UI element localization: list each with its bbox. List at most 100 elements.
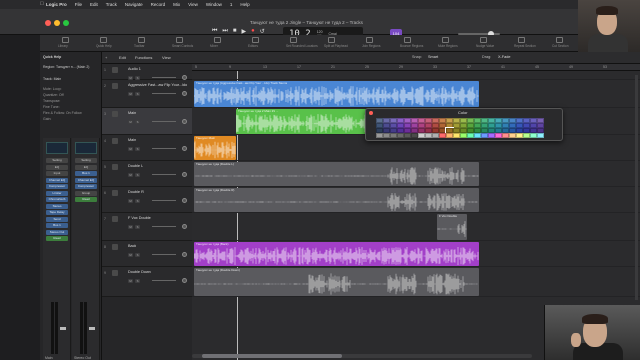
volume-fader[interactable]	[89, 327, 95, 330]
audio-region[interactable]: Танцуют не туда (Aggressive Fast...aw Fl…	[194, 81, 479, 107]
edit-menu[interactable]: Edit	[119, 55, 126, 60]
track-header[interactable]: 3 Main M S	[102, 108, 192, 135]
mixer-icon[interactable]	[214, 37, 221, 43]
audio-region[interactable]: Танцуют не туда (Double Down)	[194, 268, 479, 296]
strip-slot-button[interactable]: Send	[46, 216, 68, 222]
track-volume-slider[interactable]	[152, 174, 176, 175]
horizontal-scrollbar[interactable]	[192, 354, 532, 358]
mute-button[interactable]: M	[128, 173, 133, 177]
track-volume-slider[interactable]	[152, 77, 176, 78]
cut-icon[interactable]	[556, 37, 563, 43]
zoom-window-button[interactable]	[63, 20, 69, 26]
solo-button[interactable]: S	[135, 120, 140, 124]
track-volume-slider[interactable]	[152, 148, 176, 149]
strip-slot-button[interactable]: Stereo	[46, 203, 68, 209]
pan-knob[interactable]	[182, 252, 187, 257]
close-icon[interactable]	[369, 111, 373, 115]
region-inspector-header[interactable]: Region: Танцуют н... (Main 2)	[43, 65, 89, 69]
bounce-icon[interactable]	[404, 37, 411, 43]
color-swatch[interactable]	[446, 133, 453, 138]
track-header[interactable]: 7 F Vox Double M S	[102, 213, 192, 241]
track-lane[interactable]	[192, 71, 640, 80]
pan-knob[interactable]	[182, 198, 187, 203]
locators-icon[interactable]	[290, 37, 297, 43]
track-header[interactable]: 1 Audio 1MS	[102, 64, 192, 80]
strip-slot-button[interactable]: Compressor	[75, 184, 97, 189]
pan-knob[interactable]	[182, 146, 187, 151]
track-header[interactable]: 6 Double R MS	[102, 187, 192, 213]
color-swatch[interactable]	[439, 133, 446, 138]
mute-button[interactable]: M	[128, 199, 133, 203]
menu-mix[interactable]: Mix	[173, 2, 180, 7]
strip-slot-button[interactable]: Group	[75, 190, 97, 196]
track-name[interactable]: Audio 1	[128, 67, 141, 71]
apple-icon[interactable]: 	[40, 1, 44, 7]
solo-button[interactable]: S	[135, 279, 140, 283]
solo-button[interactable]: S	[135, 199, 140, 203]
mute-icon[interactable]	[442, 37, 449, 43]
color-swatch[interactable]	[411, 133, 418, 138]
mute-button[interactable]: M	[128, 253, 133, 257]
track-volume-slider[interactable]	[152, 121, 176, 122]
scrollbar-thumb[interactable]	[202, 354, 342, 358]
editors-icon[interactable]	[252, 37, 259, 43]
add-track-button[interactable]: +	[105, 55, 107, 60]
view-menu[interactable]: View	[162, 55, 171, 60]
pan-knob[interactable]	[182, 91, 187, 96]
track-volume-slider[interactable]	[152, 93, 176, 94]
pan-knob[interactable]	[182, 119, 187, 124]
stop-button[interactable]: ■	[233, 28, 237, 35]
color-swatch[interactable]	[523, 133, 530, 138]
track-inspector-header[interactable]: Track: Main	[43, 77, 61, 81]
minimize-window-button[interactable]	[54, 20, 60, 26]
smart-controls-icon[interactable]	[176, 37, 183, 43]
strip-slot-button[interactable]: EQ	[75, 164, 97, 170]
track-name[interactable]: Double R	[128, 190, 144, 194]
library-icon[interactable]	[62, 37, 69, 43]
mute-button[interactable]: M	[128, 147, 133, 151]
mute-button[interactable]: M	[128, 225, 133, 229]
color-swatch[interactable]	[467, 133, 474, 138]
eq-thumbnail[interactable]	[75, 142, 97, 154]
menu-view[interactable]: View	[188, 2, 198, 7]
solo-button[interactable]: S	[135, 225, 140, 229]
menu-edit[interactable]: Edit	[90, 2, 98, 7]
track-header[interactable]: 4 Main M S	[102, 135, 192, 161]
menu-navigate[interactable]: Navigate	[125, 2, 143, 7]
audio-region[interactable]: Танцуют не туда (Double L)	[194, 162, 479, 186]
mute-button[interactable]: M	[128, 120, 133, 124]
solo-button[interactable]: S	[135, 147, 140, 151]
track-volume-slider[interactable]	[152, 226, 176, 227]
color-swatch[interactable]	[432, 133, 439, 138]
track-lane[interactable]	[192, 213, 640, 241]
color-swatch[interactable]	[495, 133, 502, 138]
color-swatch[interactable]	[404, 133, 411, 138]
record-button[interactable]: ●	[251, 28, 255, 35]
strip-slot-button[interactable]: Bus 1	[75, 171, 97, 176]
track-header[interactable]: 8 Back M S	[102, 241, 192, 267]
cycle-button[interactable]: ↺	[260, 28, 265, 35]
timeline-ruler[interactable]: 5 9 13 17 21 25 29 33 37 41 45 49 53	[192, 64, 640, 71]
functions-menu[interactable]: Functions	[135, 55, 152, 60]
pan-knob[interactable]	[182, 224, 187, 229]
split-icon[interactable]	[328, 37, 335, 43]
track-header[interactable]: 5 Double L MS	[102, 161, 192, 187]
track-volume-slider[interactable]	[152, 280, 176, 281]
color-swatch[interactable]	[516, 133, 523, 138]
volume-fader[interactable]	[60, 327, 66, 330]
track-header[interactable]: 9 Double Down M S	[102, 267, 192, 297]
drag-select[interactable]: X-Fade	[498, 55, 510, 59]
strip-slot-button[interactable]: Compressor	[46, 184, 68, 189]
eq-thumbnail[interactable]	[46, 142, 68, 154]
audio-region[interactable]: Танцуют не туда (Back)	[194, 242, 479, 266]
audio-region[interactable]: Танцуют не туда (Double R)	[194, 188, 479, 212]
toolbar-icon[interactable]	[138, 37, 145, 43]
pan-knob[interactable]	[182, 172, 187, 177]
menu-1[interactable]: 1	[230, 2, 233, 7]
mute-button[interactable]: M	[128, 92, 133, 96]
strip-slot-button[interactable]: ChromaVerb	[46, 197, 68, 202]
forward-button[interactable]: ⏭	[222, 28, 227, 35]
menu-logic-pro[interactable]: Logic Pro	[46, 2, 67, 7]
menu-window[interactable]: Window	[206, 2, 222, 7]
rewind-button[interactable]: ⏮	[212, 28, 217, 35]
